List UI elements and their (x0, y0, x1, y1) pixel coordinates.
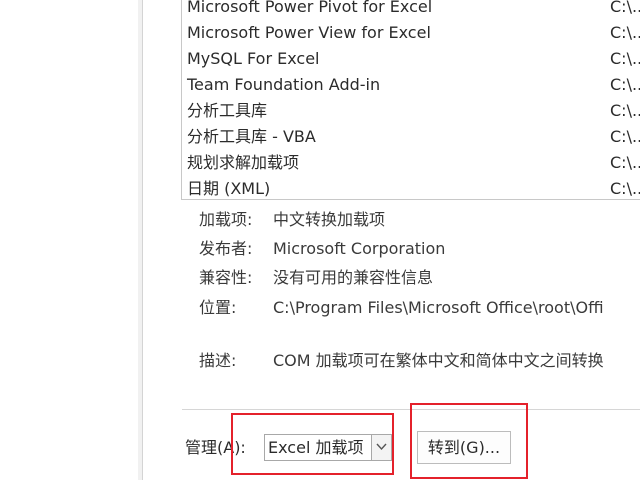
list-item[interactable]: 分析工具库 C:\... (182, 98, 640, 124)
detail-addin: 加载项: 中文转换加载项 (199, 207, 640, 233)
list-item[interactable]: Microsoft Power Pivot for Excel C:\... (182, 0, 640, 20)
list-item[interactable]: 规划求解加载项 C:\... (182, 150, 640, 176)
addin-name: 分析工具库 - VBA (187, 127, 316, 146)
addin-location: C:\... (610, 23, 640, 42)
addin-name: Microsoft Power View for Excel (187, 23, 431, 42)
addin-name: 规划求解加载项 (187, 153, 300, 172)
detail-addin-value: 中文转换加载项 (273, 210, 386, 229)
detail-compat-value: 没有可用的兼容性信息 (273, 268, 434, 287)
dialog-edge-shadow (138, 0, 142, 480)
detail-publisher-value: Microsoft Corporation (273, 239, 446, 258)
addin-location: C:\... (610, 75, 640, 94)
detail-location: 位置: C:\Program Files\Microsoft Office\ro… (199, 295, 640, 321)
addin-name: Team Foundation Add-in (187, 75, 381, 94)
addin-location: C:\... (610, 0, 640, 16)
detail-description-label: 描述: (199, 351, 237, 370)
addins-listbox[interactable]: Microsoft Power Pivot for Excel C:\... M… (181, 0, 640, 200)
detail-publisher: 发布者: Microsoft Corporation (199, 236, 640, 262)
addin-name: 分析工具库 (187, 101, 268, 120)
list-item[interactable]: MySQL For Excel C:\... (182, 46, 640, 72)
addin-location: C:\... (610, 153, 640, 172)
detail-description: 描述: COM 加载项可在繁体中文和简体中文之间转换 (199, 348, 640, 374)
detail-compatibility: 兼容性: 没有可用的兼容性信息 (199, 265, 640, 291)
list-item[interactable]: 分析工具库 - VBA C:\... (182, 124, 640, 150)
detail-publisher-label: 发布者: (199, 239, 253, 258)
addin-location: C:\... (610, 49, 640, 68)
addin-location: C:\... (610, 179, 640, 198)
highlight-box-goto (410, 403, 528, 479)
highlight-box-dropdown (231, 413, 394, 475)
list-item[interactable]: Team Foundation Add-in C:\... (182, 72, 640, 98)
detail-addin-label: 加载项: (199, 210, 253, 229)
addin-name: Microsoft Power Pivot for Excel (187, 0, 433, 16)
detail-description-value: COM 加载项可在繁体中文和简体中文之间转换 (273, 351, 604, 370)
detail-location-value: C:\Program Files\Microsoft Office\root\O… (273, 298, 604, 317)
addin-location: C:\... (610, 127, 640, 146)
detail-compat-label: 兼容性: (199, 268, 253, 287)
addin-name: MySQL For Excel (187, 49, 320, 68)
detail-location-label: 位置: (199, 298, 237, 317)
addin-name: 日期 (XML) (187, 179, 271, 198)
list-item[interactable]: Microsoft Power View for Excel C:\... (182, 20, 640, 46)
list-item[interactable]: 日期 (XML) C:\... (182, 176, 640, 199)
addin-location: C:\... (610, 101, 640, 120)
dialog-left-edge (0, 0, 143, 480)
